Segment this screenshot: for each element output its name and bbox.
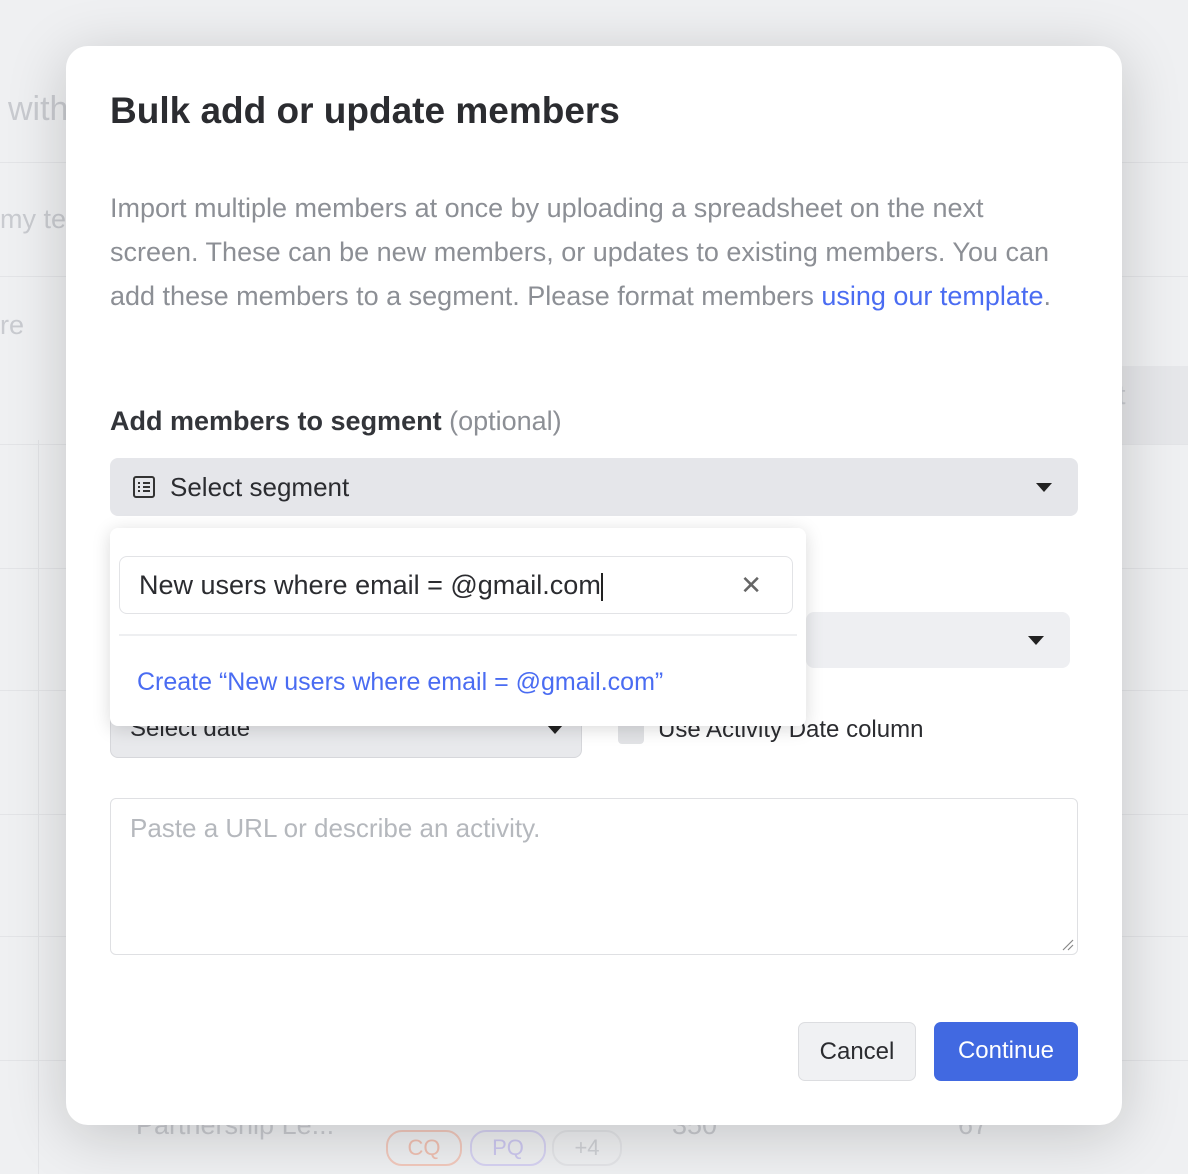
divider <box>119 634 797 636</box>
bg-filter: my te <box>0 204 67 234</box>
modal-description: Import multiple members at once by uploa… <box>110 186 1070 318</box>
modal-title: Bulk add or update members <box>110 90 620 131</box>
activity-textarea[interactable]: Paste a URL or describe an activity. <box>110 798 1078 955</box>
text-cursor <box>600 572 603 601</box>
cancel-button[interactable]: Cancel <box>798 1022 916 1081</box>
segment-select-value: Select segment <box>170 472 350 502</box>
bg-dropdown: re <box>0 310 25 340</box>
list-icon <box>133 476 155 498</box>
textarea-placeholder: Paste a URL or describe an activity. <box>130 813 541 843</box>
segment-label-text: Add members to segment <box>110 406 442 436</box>
create-segment-option[interactable]: Create “New users where email = @gmail.c… <box>137 668 663 697</box>
bg-tag: PQ <box>470 1130 546 1166</box>
segment-label: Add members to segment (optional) <box>110 406 562 437</box>
description-end: . <box>1043 281 1051 311</box>
caret-down-icon <box>1028 636 1044 645</box>
resize-handle-icon[interactable] <box>1060 937 1074 951</box>
bg-tag: +4 <box>552 1130 622 1166</box>
continue-button[interactable]: Continue <box>934 1022 1078 1081</box>
template-link[interactable]: using our template <box>821 281 1043 311</box>
optional-text: (optional) <box>449 406 562 436</box>
segment-search-input[interactable]: New users where email = @gmail.com ✕ <box>119 556 793 614</box>
bg-heading: with <box>8 90 69 128</box>
bg-tag: CQ <box>386 1130 462 1166</box>
segment-dropdown: New users where email = @gmail.com ✕ Cre… <box>110 528 806 726</box>
secondary-select[interactable] <box>806 612 1070 668</box>
segment-search-value: New users where email = @gmail.com <box>139 570 601 600</box>
clear-icon[interactable]: ✕ <box>740 557 762 613</box>
bulk-add-modal: Bulk add or update members Import multip… <box>66 46 1122 1125</box>
caret-down-icon <box>547 725 563 734</box>
caret-down-icon <box>1036 483 1052 492</box>
segment-select[interactable]: Select segment <box>110 458 1078 516</box>
